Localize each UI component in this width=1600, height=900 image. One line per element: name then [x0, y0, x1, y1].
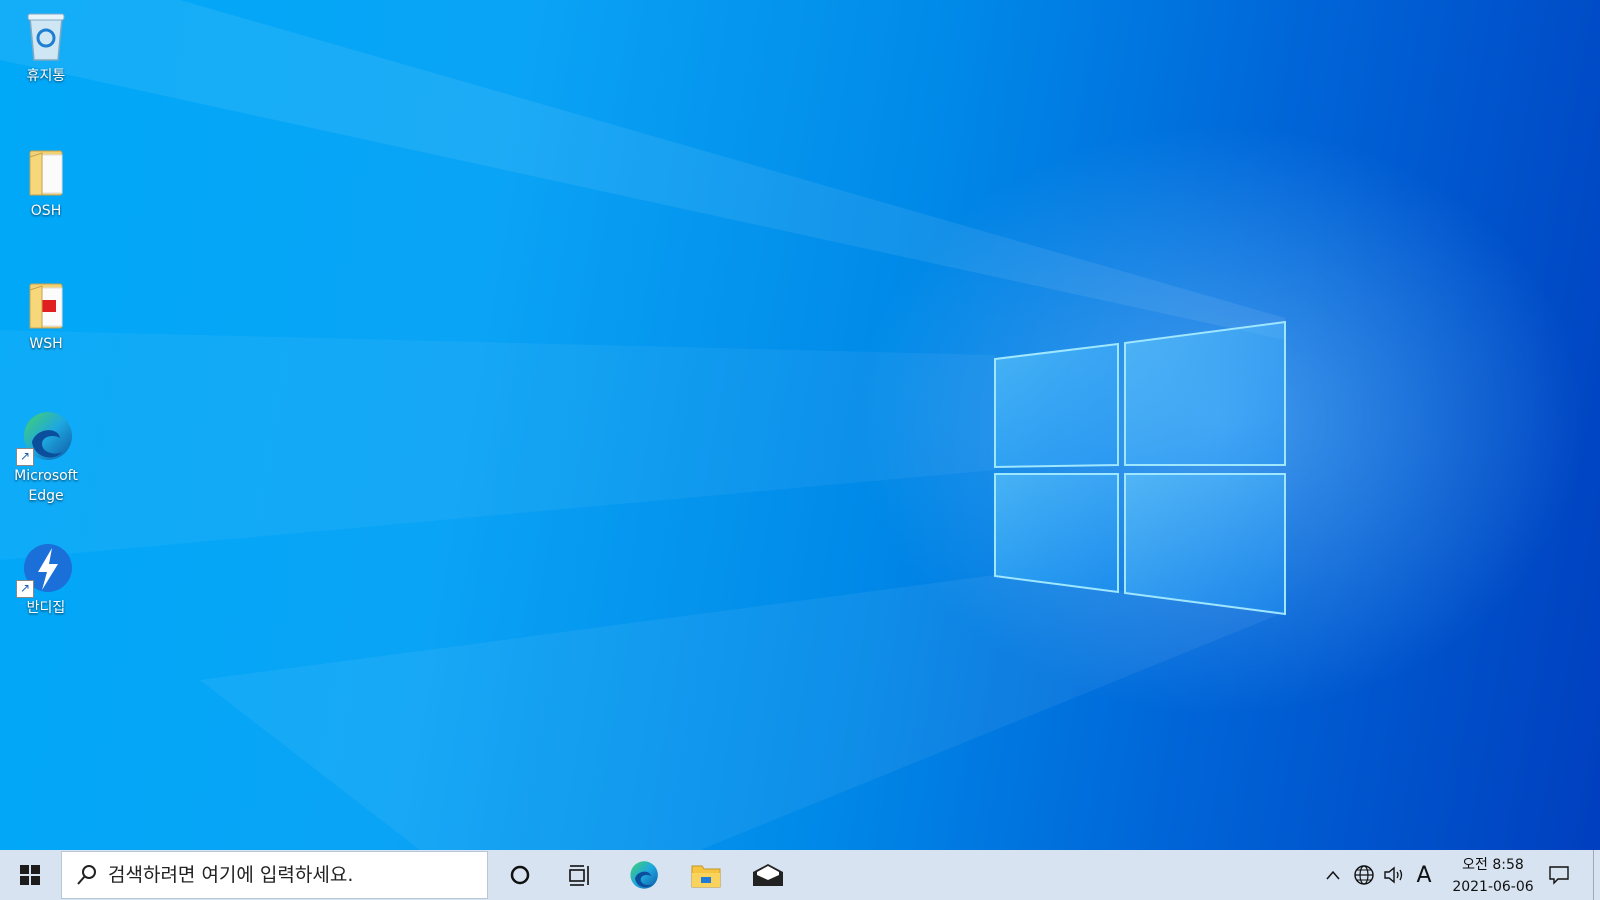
- search-icon: [77, 865, 96, 885]
- shortcut-arrow-icon: ↗: [16, 580, 34, 598]
- windows-logo-wallpaper: [0, 0, 1286, 850]
- taskbar-mail-button[interactable]: [742, 850, 794, 900]
- bandizip-icon: ↗: [16, 540, 74, 598]
- notification-icon: [1549, 866, 1569, 885]
- taskbar: A 오전 8:58 2021-06-06: [0, 850, 1600, 900]
- desktop-icon-recycle-bin[interactable]: 휴지통: [6, 8, 86, 86]
- action-center-button[interactable]: [1544, 850, 1574, 900]
- mail-icon: [753, 864, 783, 886]
- start-button[interactable]: [0, 850, 60, 900]
- edge-icon: [630, 861, 658, 889]
- edge-icon: ↗: [16, 408, 74, 466]
- show-hidden-icons-button[interactable]: [1320, 850, 1346, 900]
- shortcut-arrow-icon: ↗: [16, 448, 34, 466]
- network-button[interactable]: [1350, 850, 1378, 900]
- desktop-icon-label: 휴지통: [26, 68, 66, 84]
- desktop-icon-microsoft-edge[interactable]: ↗ Microsoft Edge: [6, 408, 86, 506]
- ime-indicator[interactable]: A: [1410, 850, 1438, 900]
- folder-icon: [18, 143, 74, 199]
- task-view-icon: [569, 865, 589, 886]
- taskbar-file-explorer-button[interactable]: [680, 850, 732, 900]
- desktop-icon-bandizip[interactable]: ↗ 반디집: [6, 540, 86, 618]
- desktop-icon-label: 반디집: [26, 600, 66, 616]
- clock-date: 2021-06-06: [1452, 879, 1534, 895]
- file-explorer-icon: [691, 865, 721, 888]
- chevron-up-icon: [1326, 870, 1340, 880]
- windows-logo-icon: [20, 865, 40, 885]
- clock-time: 오전 8:58: [1462, 857, 1524, 873]
- taskbar-edge-button[interactable]: [617, 850, 669, 900]
- globe-network-icon: [1354, 865, 1374, 885]
- taskbar-search-box[interactable]: [61, 851, 488, 899]
- desktop-wallpaper: 휴지통 OSH WSH ↗ Microsoft Edge ↗ 반디집: [0, 0, 1600, 850]
- desktop-icon-label: Microsoft Edge: [14, 468, 78, 504]
- volume-button[interactable]: [1380, 850, 1408, 900]
- cortana-icon: [510, 865, 530, 885]
- pdf-folder-icon: [18, 276, 74, 332]
- desktop-icon-osh-folder[interactable]: OSH: [6, 143, 86, 221]
- cortana-button[interactable]: [496, 850, 544, 900]
- clock[interactable]: 오전 8:58 2021-06-06: [1438, 854, 1548, 898]
- search-input[interactable]: [106, 863, 470, 887]
- recycle-bin-icon: [18, 8, 74, 64]
- task-view-button[interactable]: [556, 850, 604, 900]
- desktop-icon-label: WSH: [29, 336, 63, 352]
- show-desktop-button[interactable]: [1593, 850, 1600, 900]
- speaker-icon: [1384, 866, 1403, 884]
- desktop-icon-wsh-folder[interactable]: WSH: [6, 276, 86, 354]
- desktop-icon-label: OSH: [30, 203, 62, 219]
